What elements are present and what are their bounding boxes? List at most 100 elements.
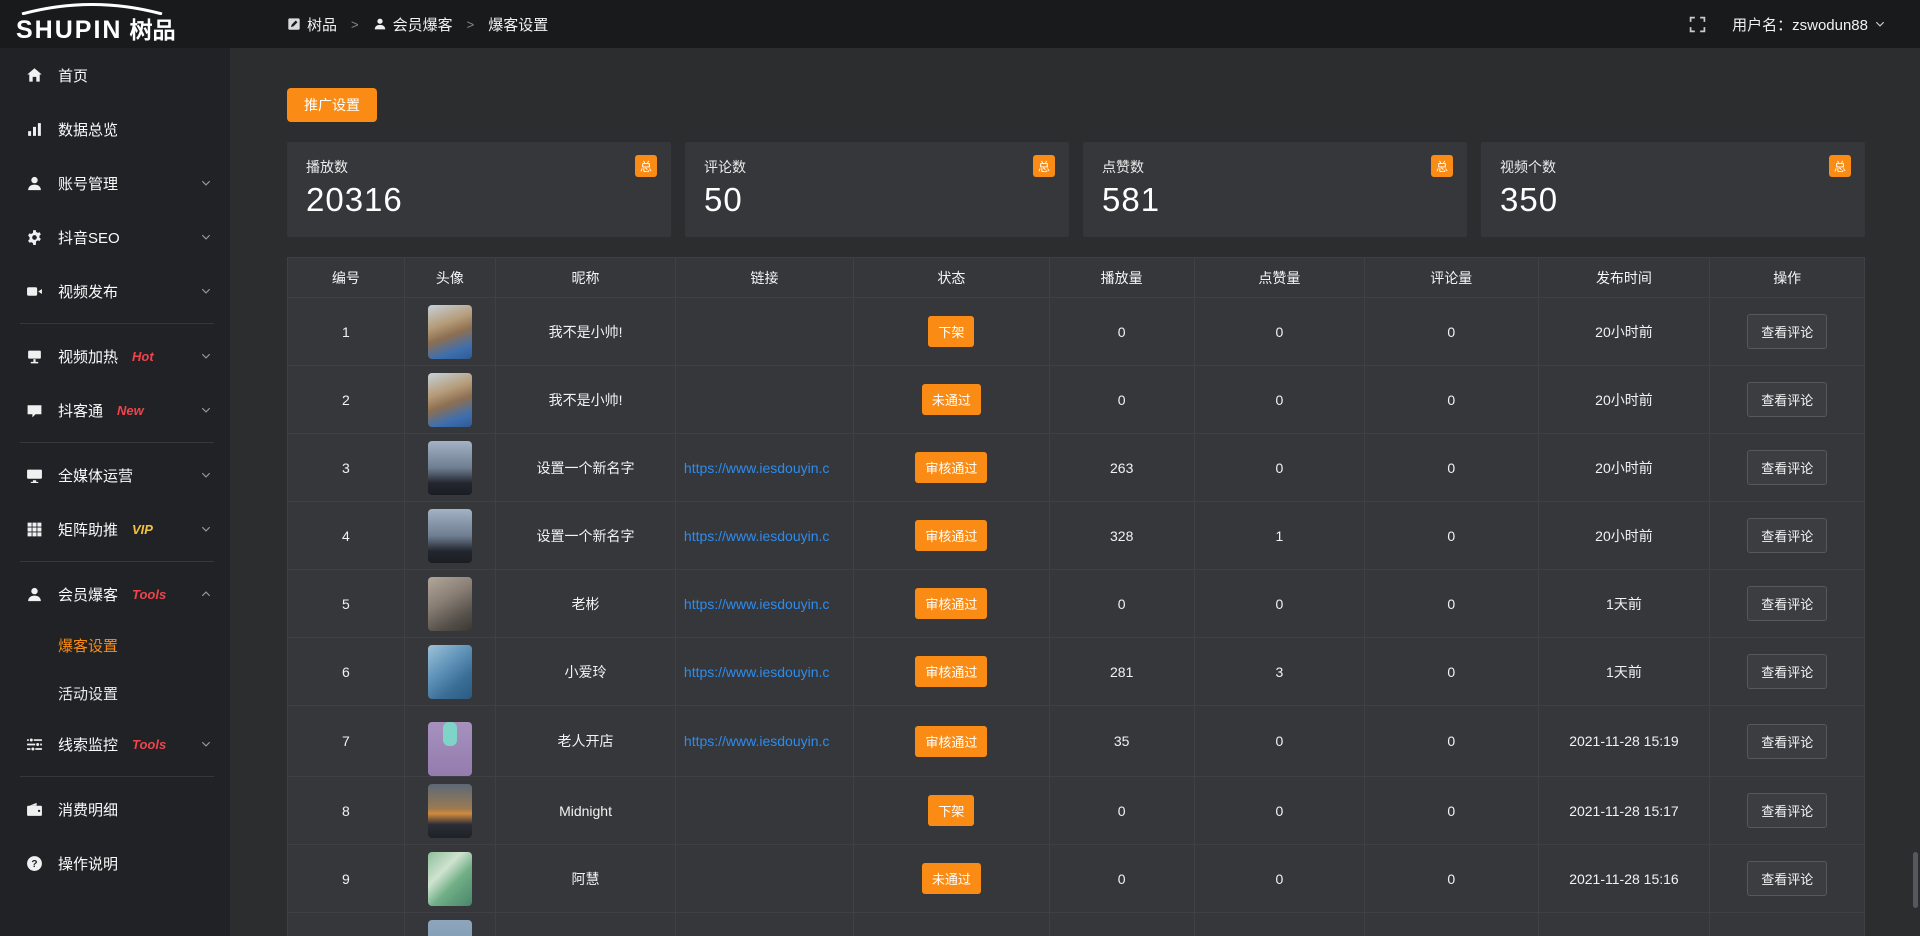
avatar <box>428 577 472 631</box>
stat-card-label: 播放数 <box>306 157 652 177</box>
sidebar-item-matrix-boost[interactable]: 矩阵助推 VIP <box>0 502 230 556</box>
sidebar-item-member-baoke[interactable]: 会员爆客 Tools <box>0 567 230 621</box>
row-time: 2021-11-28 15:19 <box>1538 706 1710 777</box>
row-comments: 0 <box>1365 298 1538 366</box>
chevron-down-icon <box>200 350 212 362</box>
sidebar-subitem-activity-settings[interactable]: 活动设置 <box>0 669 230 717</box>
breadcrumb-item[interactable]: 树品 <box>287 14 337 35</box>
row-id: 5 <box>288 570 405 638</box>
sidebar-item-data-overview[interactable]: 数据总览 <box>0 102 230 156</box>
stat-card: 视频个数 总 350 <box>1481 142 1865 237</box>
row-plays <box>1049 913 1194 936</box>
topbar-right: 用户名：zswodun88 <box>1689 14 1920 35</box>
row-link[interactable]: https://www.iesdouyin.c <box>684 528 830 544</box>
sidebar-item-instructions[interactable]: ? 操作说明 <box>0 836 230 890</box>
row-id: 7 <box>288 706 405 777</box>
avatar <box>428 645 472 699</box>
view-comments-button[interactable]: 查看评论 <box>1747 724 1827 759</box>
view-comments-button[interactable]: 查看评论 <box>1747 861 1827 896</box>
question-icon: ? <box>26 854 44 872</box>
sidebar-item-clue-monitor[interactable]: 线索监控 Tools <box>0 717 230 771</box>
view-comments-button[interactable]: 查看评论 <box>1747 518 1827 553</box>
view-comments-button[interactable]: 查看评论 <box>1747 450 1827 485</box>
app-logo: SHUPIN 树品 <box>16 3 175 45</box>
row-nickname: 设置一个新名字 <box>496 434 676 502</box>
table-row: 7 老人开店 https://www.iesdouyin.c 审核通过 35 0… <box>288 706 1865 777</box>
sidebar-item-video-heat[interactable]: 视频加热 Hot <box>0 329 230 383</box>
view-comments-button[interactable]: 查看评论 <box>1747 793 1827 828</box>
scrollbar-thumb[interactable] <box>1913 852 1918 908</box>
breadcrumb: 树品 > 会员爆客 > 爆客设置 <box>287 14 548 35</box>
stat-card: 评论数 总 50 <box>685 142 1069 237</box>
view-comments-button[interactable]: 查看评论 <box>1747 314 1827 349</box>
row-likes: 3 <box>1194 638 1364 706</box>
column-header: 操作 <box>1710 258 1865 298</box>
stat-card: 播放数 总 20316 <box>287 142 671 237</box>
sidebar-nav: 首页 数据总览 账号管理 抖音SEO 视频发布 视频加热 Hot 抖客通 New <box>0 48 230 890</box>
sidebar-item-badge: Tools <box>132 587 166 602</box>
row-likes <box>1194 913 1364 936</box>
row-time: 20小时前 <box>1538 502 1710 570</box>
row-likes: 1 <box>1194 502 1364 570</box>
row-nickname: 阿慧 <box>496 845 676 913</box>
fullscreen-icon[interactable] <box>1689 16 1706 33</box>
row-link[interactable]: https://www.iesdouyin.c <box>684 460 830 476</box>
sidebar-item-badge: Hot <box>132 349 154 364</box>
sidebar-divider <box>20 776 214 777</box>
row-link[interactable]: https://www.iesdouyin.c <box>684 664 830 680</box>
stat-card-label: 视频个数 <box>1500 157 1846 177</box>
sidebar-item-consumption-detail[interactable]: 消费明细 <box>0 782 230 836</box>
grid-icon <box>26 520 44 538</box>
sidebar: 首页 数据总览 账号管理 抖音SEO 视频发布 视频加热 Hot 抖客通 New <box>0 48 230 936</box>
column-header: 发布时间 <box>1538 258 1710 298</box>
breadcrumb-label: 爆客设置 <box>488 14 548 35</box>
sidebar-item-video-publish[interactable]: 视频发布 <box>0 264 230 318</box>
sidebar-item-media-operation[interactable]: 全媒体运营 <box>0 448 230 502</box>
breadcrumb-item[interactable]: 会员爆客 <box>373 14 453 35</box>
row-nickname: 我不是小帅! <box>496 366 676 434</box>
sidebar-item-label: 矩阵助推 <box>58 519 118 540</box>
sidebar-item-label: 会员爆客 <box>58 584 118 605</box>
username-menu[interactable]: 用户名：zswodun88 <box>1732 14 1886 35</box>
view-comments-button[interactable]: 查看评论 <box>1747 654 1827 689</box>
sidebar-item-label: 视频发布 <box>58 281 118 302</box>
column-header: 状态 <box>854 258 1050 298</box>
sidebar-item-home[interactable]: 首页 <box>0 48 230 102</box>
status-badge: 审核通过 <box>915 726 987 757</box>
sidebar-item-label: 线索监控 <box>58 734 118 755</box>
column-header: 编号 <box>288 258 405 298</box>
stat-card-value: 20316 <box>306 181 652 219</box>
row-plays: 281 <box>1049 638 1194 706</box>
sidebar-subitem-baoke-settings[interactable]: 爆客设置 <box>0 621 230 669</box>
row-nickname: 小爱玲 <box>496 638 676 706</box>
video-icon <box>26 282 44 300</box>
row-likes: 0 <box>1194 434 1364 502</box>
row-link[interactable]: https://www.iesdouyin.c <box>684 596 830 612</box>
avatar <box>428 784 472 838</box>
breadcrumb-item[interactable]: 爆客设置 <box>488 14 548 35</box>
row-id: 9 <box>288 845 405 913</box>
row-link[interactable]: https://www.iesdouyin.c <box>684 733 830 749</box>
column-header: 链接 <box>675 258 853 298</box>
row-id: 3 <box>288 434 405 502</box>
sidebar-item-label: 数据总览 <box>58 119 118 140</box>
stat-card-value: 50 <box>704 181 1050 219</box>
table-row: 6 小爱玲 https://www.iesdouyin.c 审核通过 281 3… <box>288 638 1865 706</box>
sidebar-item-account-management[interactable]: 账号管理 <box>0 156 230 210</box>
sidebar-item-douketong[interactable]: 抖客通 New <box>0 383 230 437</box>
status-badge: 审核通过 <box>915 520 987 551</box>
username-label: 用户名：zswodun88 <box>1732 14 1868 35</box>
breadcrumb-separator: > <box>467 17 475 32</box>
chevron-down-icon <box>200 523 212 535</box>
avatar <box>428 441 472 495</box>
avatar <box>428 509 472 563</box>
chevron-down-icon <box>200 404 212 416</box>
stat-card-value: 350 <box>1500 181 1846 219</box>
total-badge: 总 <box>635 155 657 177</box>
sidebar-item-douyin-seo[interactable]: 抖音SEO <box>0 210 230 264</box>
row-comments: 0 <box>1365 434 1538 502</box>
column-header: 点赞量 <box>1194 258 1364 298</box>
promotion-settings-button[interactable]: 推广设置 <box>287 88 377 122</box>
view-comments-button[interactable]: 查看评论 <box>1747 382 1827 417</box>
view-comments-button[interactable]: 查看评论 <box>1747 586 1827 621</box>
